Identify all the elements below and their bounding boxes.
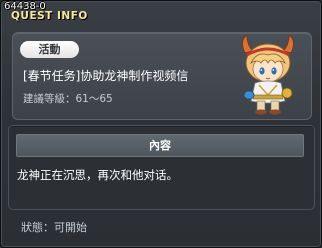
content-header: 內容 (16, 134, 304, 157)
status-value: 可開始 (54, 221, 87, 234)
status-separator: ： (43, 221, 54, 234)
level-label: 建議等級 (23, 93, 65, 105)
category-badge: 活動 (20, 41, 79, 58)
quest-status: 狀態：可開始 (21, 221, 87, 234)
quest-name: [春节任务]协助龙神制作视频信 (23, 69, 189, 83)
recommended-level: 建議等級：61～65 (23, 93, 113, 105)
title-bar[interactable]: 64438-0 QUEST INFO (1, 1, 321, 23)
content-text: 龙神正在沉思，再次和他对话。 (17, 168, 178, 182)
level-separator: ： (65, 93, 76, 105)
status-label: 狀態 (21, 221, 43, 234)
window-title: QUEST INFO (11, 10, 88, 22)
level-range: 61～65 (75, 93, 113, 105)
quest-info-window: 64438-0 QUEST INFO 活動 [春节任务]协助龙神制作视频信 建議… (0, 0, 322, 248)
npc-portrait-icon (241, 33, 295, 115)
